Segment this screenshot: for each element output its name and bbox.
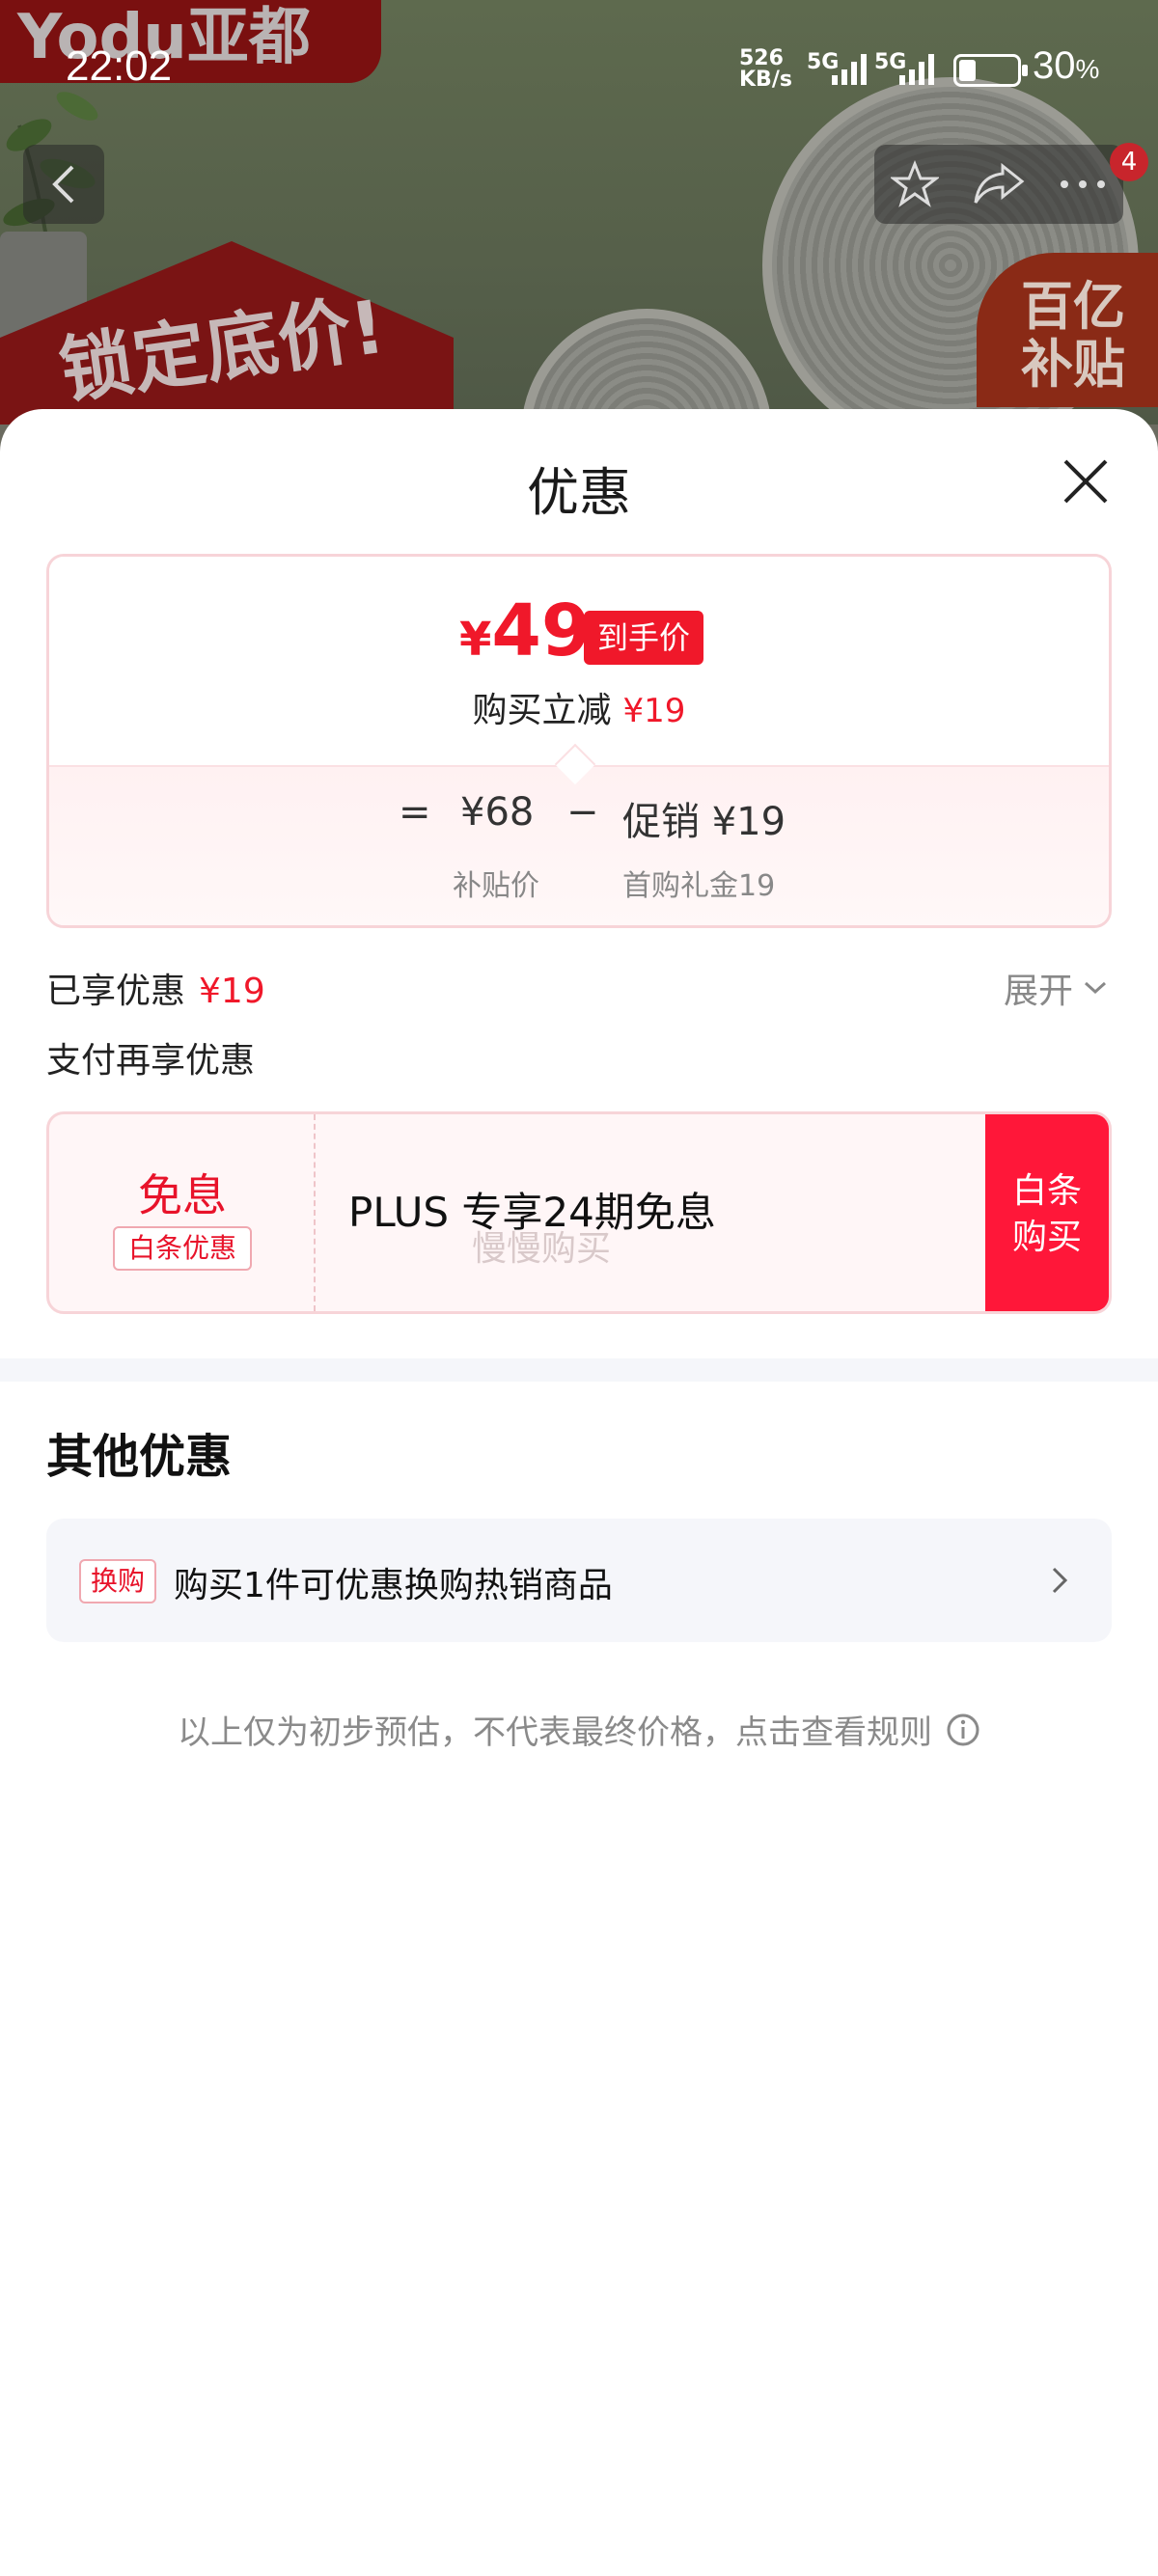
expand-label: 展开 (1004, 972, 1074, 1011)
promo-sub-label: 首购礼金19 (622, 869, 776, 903)
subsidy-badge-line2: 补贴 (1021, 334, 1125, 395)
status-bar: 22:02 526 KB/s 5G 5G 30% (0, 0, 1158, 135)
buy-button-line2: 购买 (1011, 1218, 1082, 1257)
network-speed-unit: KB/s (739, 68, 792, 92)
signal-icon (899, 54, 934, 85)
chevron-right-icon (1052, 1567, 1068, 1594)
subsidy-badge-line1: 百亿 (1021, 276, 1125, 337)
chevron-left-icon (52, 165, 74, 204)
baitiao-tag: 白条优惠 (113, 1226, 252, 1271)
star-icon[interactable] (891, 160, 939, 208)
final-price: ¥ 49 (459, 595, 591, 667)
watermark-text: 慢慢购买 (472, 1229, 612, 1269)
enjoyed-label: 已享优惠 (46, 972, 186, 1011)
enjoyed-amount: ¥19 (199, 972, 265, 1011)
swap-tag: 换购 (79, 1559, 157, 1603)
minus-sign: − (566, 790, 599, 835)
reduce-amount: ¥19 (622, 692, 686, 730)
price-summary: ¥ 49 到手价 购买立减 ¥19 (49, 557, 1109, 765)
back-button[interactable] (23, 145, 104, 224)
buy-button-line1: 白条 (1011, 1171, 1082, 1211)
discount-sheet: 优惠 ¥ 49 到手价 购买立减 ¥19 = ¥68 补贴价 − 促销 ¥19 首… (0, 409, 1158, 2576)
info-icon (947, 1713, 979, 1745)
swap-offer-text: 购买1件可优惠换购热销商品 (174, 1566, 613, 1605)
notification-badge: 4 (1110, 143, 1148, 181)
signal-icon (832, 54, 867, 85)
section-divider (0, 1358, 1158, 1382)
original-price-label: 补贴价 (453, 869, 539, 903)
installment-offer-card[interactable]: 免息 白条优惠 PLUS 专享24期免息 慢慢购买 白条 购买 (46, 1111, 1112, 1314)
status-time: 22:02 (66, 42, 173, 90)
subsidy-badge: 百亿 补贴 (977, 253, 1158, 407)
other-offers-title: 其他优惠 (46, 1430, 233, 1484)
installment-offer-badge: 免息 白条优惠 (49, 1114, 316, 1311)
chevron-down-icon (1085, 981, 1107, 995)
top-action-group (874, 145, 1123, 224)
fan-illustration (521, 309, 772, 425)
network-speed-value: 526 (739, 46, 784, 70)
interest-free-title: 免息 (138, 1169, 227, 1221)
reduce-label: 购买立减 (472, 691, 612, 730)
battery-percent: 30% (1033, 44, 1100, 87)
pay-more-label: 支付再享优惠 (46, 1041, 256, 1081)
close-icon[interactable] (1060, 455, 1112, 507)
promo-amount: 促销 ¥19 (622, 800, 786, 844)
final-price-tag: 到手价 (584, 611, 704, 665)
rules-footnote[interactable]: 以上仅为初步预估，不代表最终价格，点击查看规则 (0, 1706, 1158, 1753)
network-speed: 526 KB/s (739, 48, 792, 91)
original-price: ¥68 (460, 790, 535, 835)
enjoyed-discount: 已享优惠 ¥19 (46, 963, 265, 1013)
final-price-value: 49 (491, 589, 592, 672)
more-icon[interactable] (1059, 178, 1107, 190)
battery-icon (953, 54, 1028, 87)
swap-offer-row[interactable]: 换购 购买1件可优惠换购热销商品 (46, 1519, 1112, 1642)
equals-sign: = (399, 790, 431, 835)
footnote-text: 以上仅为初步预估，不代表最终价格，点击查看规则 (178, 1713, 932, 1752)
currency-symbol: ¥ (459, 613, 492, 667)
share-icon[interactable] (972, 162, 1026, 206)
expand-button[interactable]: 展开 (1004, 963, 1108, 1013)
reduce-line: 购买立减 ¥19 (49, 682, 1109, 732)
price-breakdown-card: ¥ 49 到手价 购买立减 ¥19 = ¥68 补贴价 − 促销 ¥19 首购礼金… (46, 554, 1112, 928)
baitiao-buy-button[interactable]: 白条 购买 (985, 1114, 1109, 1311)
sheet-title: 优惠 (527, 462, 631, 523)
